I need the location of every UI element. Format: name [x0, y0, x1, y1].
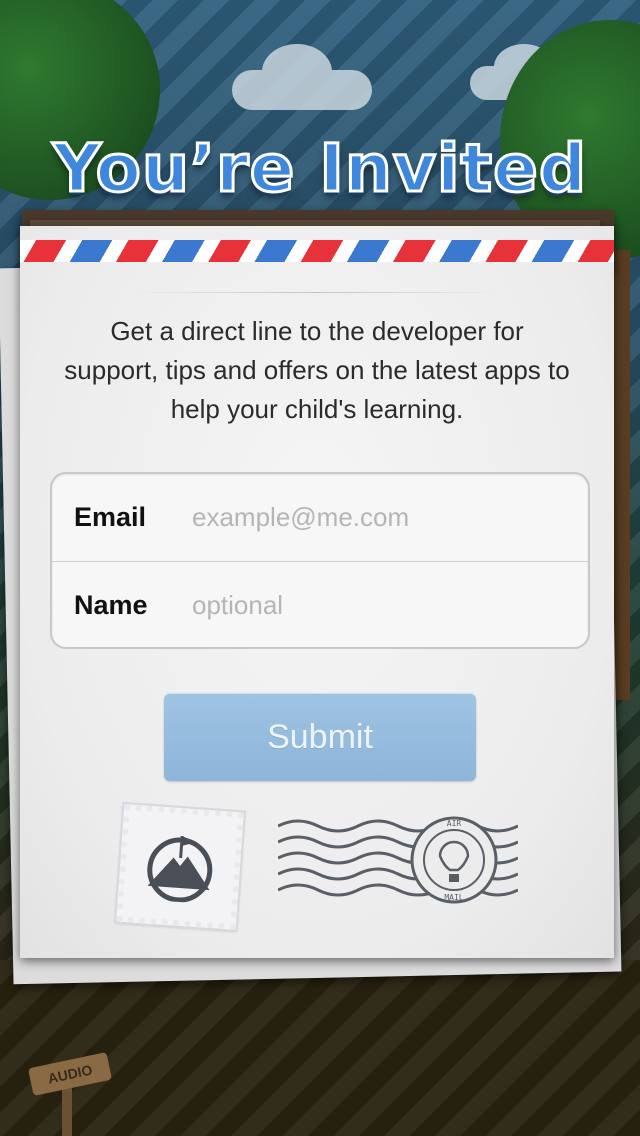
- airmail-border: [20, 240, 614, 262]
- signup-form: Email Name: [50, 472, 590, 649]
- email-label: Email: [74, 502, 147, 532]
- email-row: Email: [52, 474, 588, 561]
- cloud: [232, 44, 372, 110]
- invitation-letter: Get a direct line to the developer for s…: [20, 226, 614, 958]
- name-row: Name: [52, 561, 588, 648]
- page-title: You’re Invited: [51, 129, 588, 209]
- email-field[interactable]: [192, 502, 588, 533]
- postmark-top-text: AIR: [447, 819, 462, 828]
- submit-button[interactable]: Submit: [164, 693, 476, 781]
- air-balloon-postmark-icon: AIR MAIL: [278, 816, 518, 904]
- name-field[interactable]: [192, 589, 588, 621]
- intro-text: Get a direct line to the developer for s…: [64, 316, 570, 424]
- name-label: Name: [74, 589, 148, 620]
- stamp: [113, 801, 247, 933]
- mountain-flag-stamp-icon: [147, 835, 213, 903]
- ground: [0, 960, 640, 1136]
- divider: [130, 292, 504, 293]
- postmark-bottom-text: MAIL: [444, 893, 463, 902]
